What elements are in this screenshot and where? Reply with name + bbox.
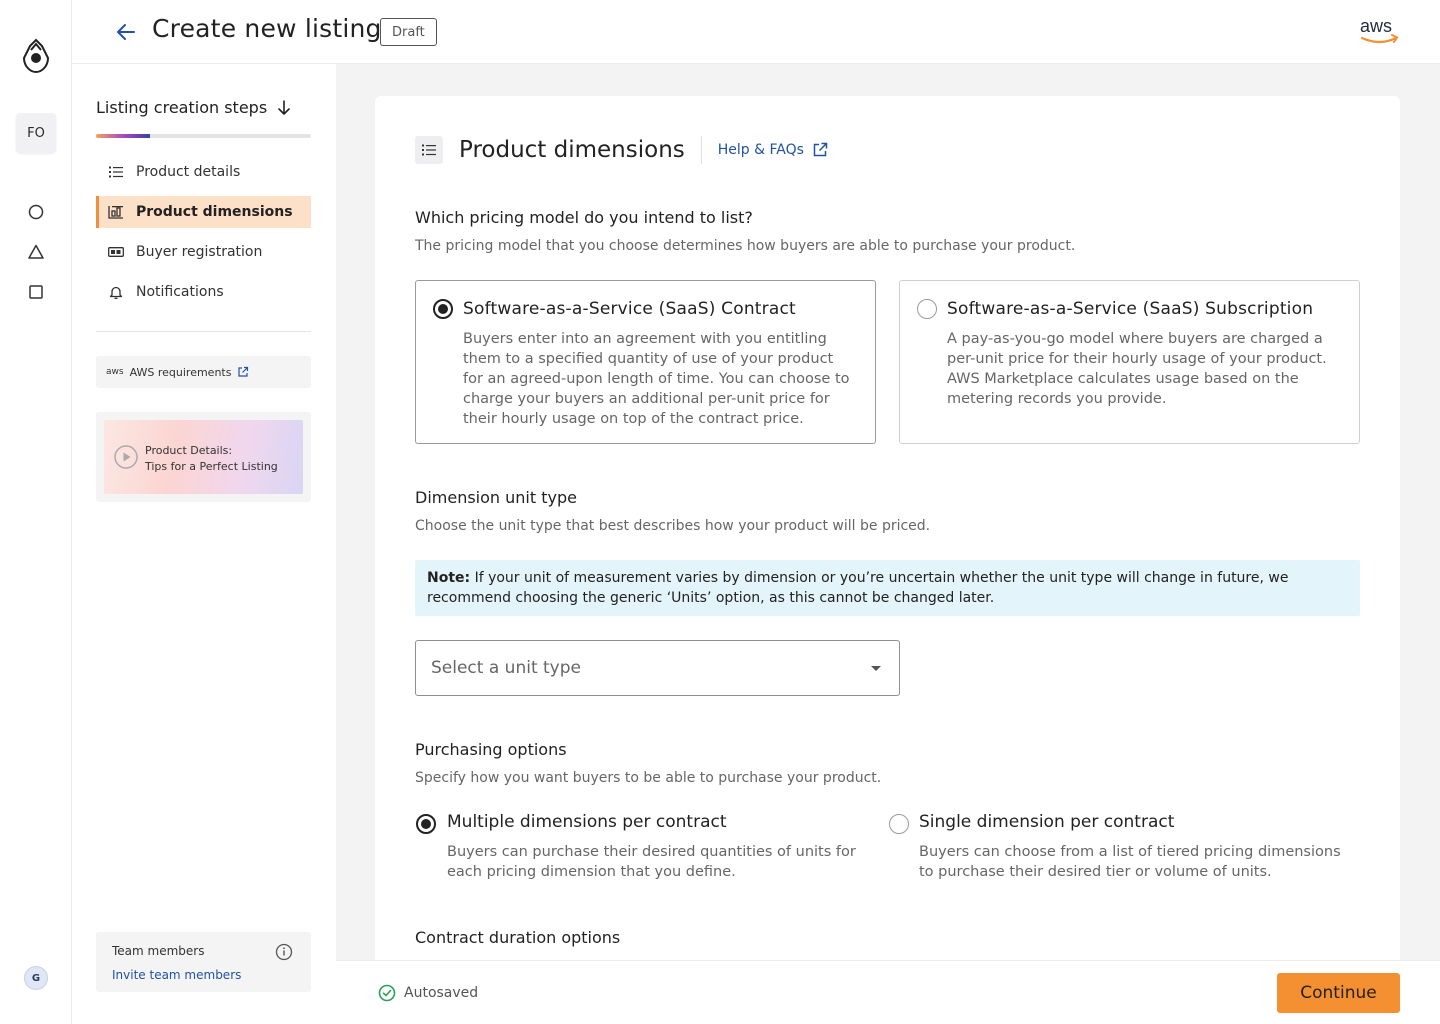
circle-icon[interactable] [27,203,45,221]
caret-down-icon [871,666,881,671]
single-dimension-radio[interactable] [889,814,909,834]
step-label: Buyer registration [136,244,263,260]
bell-icon [108,284,124,300]
unit-type-subtext: Choose the unit type that best describes… [415,518,931,534]
step-product-dimensions[interactable]: Product dimensions [96,196,311,228]
step-buyer-registration[interactable]: Buyer registration [96,236,311,268]
product-dimensions-card: Product dimensions Help & FAQs Which pri… [375,96,1400,1024]
video-title-line2: Tips for a Perfect Listing [145,460,278,473]
saas-subscription-option[interactable]: Software-as-a-Service (SaaS) Subscriptio… [899,280,1360,444]
info-icon[interactable] [275,943,293,961]
left-rail: FO G [0,0,72,1024]
check-circle-icon [378,984,396,1002]
team-members-label: Team members [112,944,205,958]
option-description: Buyers can purchase their desired quanti… [447,844,856,880]
video-title-line1: Product Details: [145,444,233,457]
aws-requirements-label: AWS requirements [129,365,232,379]
autosave-status: Autosaved [378,984,478,1002]
external-link-icon [813,142,828,157]
multiple-dimensions-radio[interactable] [416,814,436,834]
video-title: Product Details: Tips for a Perfect List… [145,443,278,475]
help-faqs-label: Help & FAQs [717,142,804,158]
status-badge: Draft [380,18,437,46]
step-label: Product dimensions [136,204,293,220]
page-header: Create new listing Draft aws [72,0,1440,64]
invite-team-members-link[interactable]: Invite team members [112,968,241,982]
saas-contract-option[interactable]: Software-as-a-Service (SaaS) Contract Bu… [415,280,876,444]
purchasing-options-question: Purchasing options [415,740,567,759]
note-text: If your unit of measurement varies by di… [427,570,1289,606]
pricing-model-question: Which pricing model do you intend to lis… [415,208,753,227]
section-header: Product dimensions Help & FAQs [415,136,828,164]
note-label: Note: [427,570,471,586]
aws-requirements-link[interactable]: aws AWS requirements [96,356,311,388]
unit-type-note: Note: If your unit of measurement varies… [415,560,1360,616]
aws-logo-text: aws [1360,16,1392,36]
saas-contract-radio[interactable] [433,299,453,319]
section-title: Product dimensions [459,137,685,163]
continue-button[interactable]: Continue [1277,973,1400,1013]
steps-divider [96,331,311,332]
option-title: Software-as-a-Service (SaaS) Contract [463,299,796,319]
steps-toggle[interactable]: Listing creation steps [96,98,291,117]
option-description: A pay-as-you-go model where buyers are c… [947,331,1327,407]
triangle-icon[interactable] [27,243,45,261]
list-icon [415,136,443,164]
external-link-icon [238,366,249,377]
play-icon[interactable] [114,445,138,469]
footer-bar: Autosaved Continue [336,960,1440,1024]
steps-title: Listing creation steps [96,98,268,117]
contract-duration-question: Contract duration options [415,928,621,947]
option-title: Software-as-a-Service (SaaS) Subscriptio… [947,299,1314,319]
app-logo-icon[interactable] [20,38,52,74]
back-arrow-icon[interactable] [114,20,138,44]
steps-progress-bar [96,134,311,138]
option-description: Buyers can choose from a list of tiered … [919,844,1341,880]
unit-type-placeholder: Select a unit type [431,658,581,678]
help-faqs-link[interactable]: Help & FAQs [718,142,828,158]
listing-steps-panel: Listing creation steps Product details P… [72,64,336,1024]
tips-video-card[interactable]: Product Details: Tips for a Perfect List… [96,412,311,502]
unit-type-question: Dimension unit type [415,488,577,507]
header-separator [700,136,702,164]
team-members-card: Team members Invite team members [96,932,311,992]
option-description: Buyers enter into an agreement with you … [463,331,850,427]
step-notifications[interactable]: Notifications [96,276,311,308]
aws-logo-icon: aws [1360,16,1399,44]
steps-progress-fill [96,134,150,138]
registration-icon [108,244,124,260]
autosave-label: Autosaved [404,985,479,1001]
option-title: Multiple dimensions per contract [447,812,727,832]
arrow-down-icon [278,99,290,115]
saas-subscription-radio[interactable] [917,299,937,319]
option-title: Single dimension per contract [919,812,1175,832]
workspace-avatar[interactable]: FO [16,113,56,153]
user-avatar[interactable]: G [24,966,48,990]
purchasing-options-subtext: Specify how you want buyers to be able t… [415,770,882,786]
pricing-model-subtext: The pricing model that you choose determ… [415,238,1076,254]
unit-type-select[interactable]: Select a unit type [415,640,900,696]
step-label: Product details [136,164,241,180]
dimensions-icon [108,204,124,220]
page-title: Create new listing [152,14,382,43]
square-icon[interactable] [27,283,45,301]
list-icon [108,164,124,180]
step-product-details[interactable]: Product details [96,156,311,188]
step-label: Notifications [136,284,224,300]
aws-badge-icon: aws [106,367,124,377]
